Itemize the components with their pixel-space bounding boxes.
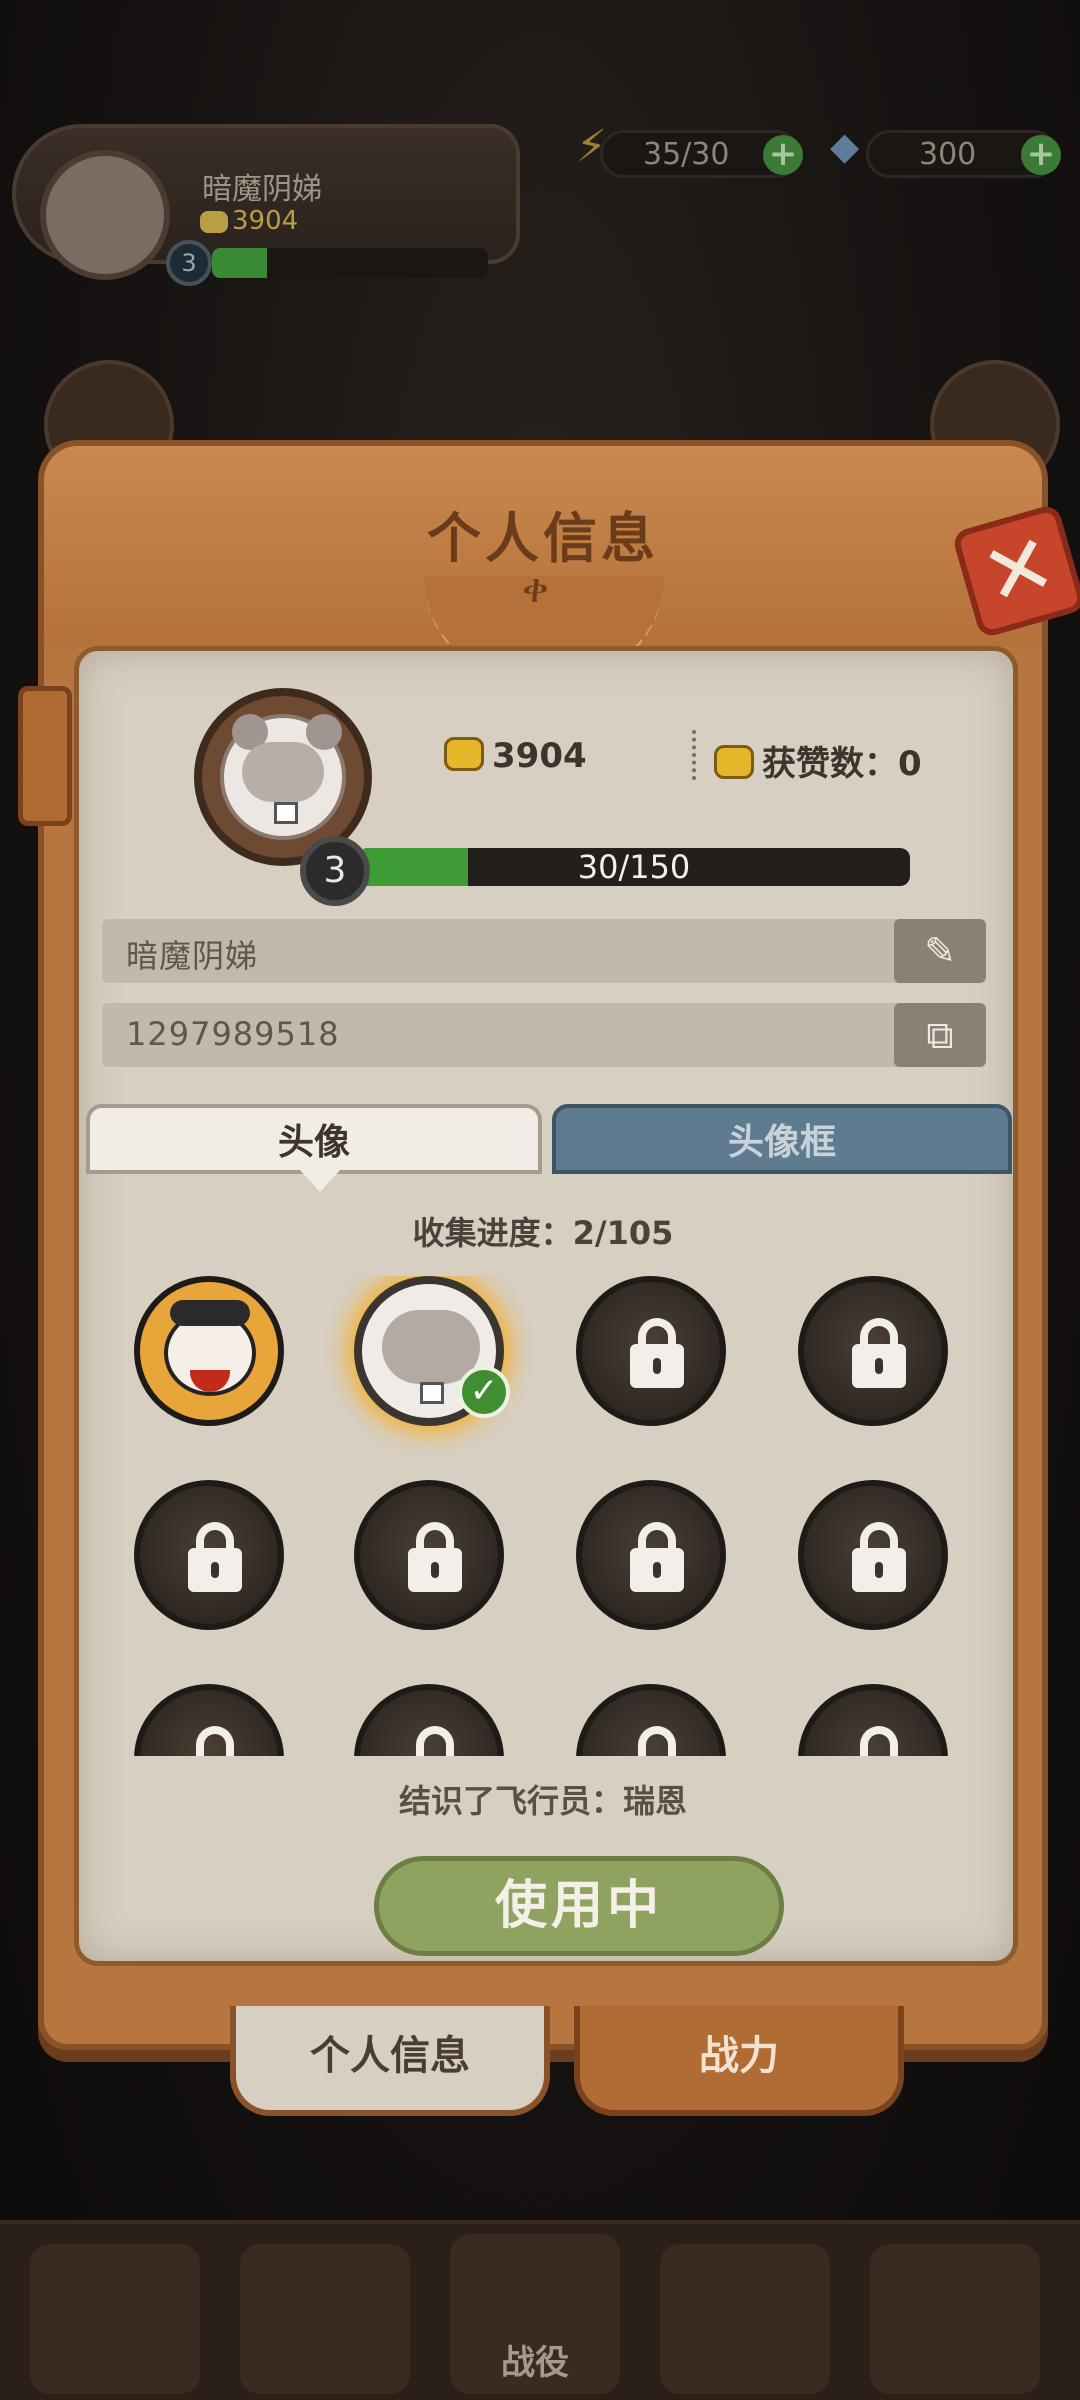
- avatar-option-locked[interactable]: [798, 1480, 948, 1630]
- lock-icon: [196, 1726, 234, 1756]
- avatar-option-locked[interactable]: [798, 1276, 948, 1426]
- goggles-icon: [170, 1300, 250, 1326]
- squirrel-teeth: [420, 1382, 444, 1404]
- bottom-tab-profile[interactable]: 个人信息: [230, 2006, 550, 2116]
- energy-pill: 35/30 +: [600, 130, 803, 178]
- top-hud: 暗魔阴娣 3904 3 ⚡ 35/30 + ◆ 300 +: [0, 100, 1080, 286]
- hud-score: 3904: [200, 206, 298, 236]
- likes-value: 0: [898, 744, 922, 784]
- copy-id-button[interactable]: ⧉: [894, 1003, 986, 1067]
- gem-plus-button[interactable]: +: [1021, 135, 1061, 175]
- hud-score-value: 3904: [232, 206, 299, 236]
- id-field: 1297989518 ⧉: [102, 1003, 986, 1067]
- edit-icon: ✎: [924, 929, 956, 973]
- profile-score-value: 3904: [492, 736, 587, 776]
- side-strap: [18, 686, 72, 826]
- edit-name-button[interactable]: ✎: [894, 919, 986, 983]
- nav-chest[interactable]: [30, 2244, 200, 2394]
- avatar-option-locked[interactable]: [354, 1480, 504, 1630]
- avatar-grid: ✓: [134, 1276, 1034, 1756]
- avatar-option-locked[interactable]: [576, 1276, 726, 1426]
- avatar-option-pilot[interactable]: [134, 1276, 284, 1426]
- profile-score: 3904: [444, 736, 587, 776]
- avatar-option-locked[interactable]: [134, 1480, 284, 1630]
- gem-pill: 300 +: [866, 130, 1061, 178]
- nav-pilot[interactable]: [660, 2244, 830, 2394]
- energy-value: 35/30: [643, 137, 730, 172]
- lock-keyhole: [653, 1562, 661, 1578]
- lock-icon: [638, 1726, 676, 1756]
- in-use-button[interactable]: 使用中: [374, 1856, 784, 1956]
- nav-campaign[interactable]: 战役: [450, 2234, 620, 2394]
- profile-level-badge: 3: [300, 836, 370, 906]
- name-field: 暗魔阴娣 ✎: [102, 919, 986, 983]
- avatar-description: 结识了飞行员：瑞恩: [398, 1782, 687, 1820]
- likes-label: 获赞数：: [762, 744, 898, 784]
- clasp-icon: ቀ: [522, 566, 549, 612]
- thumbs-up-icon: [714, 745, 754, 779]
- hud-xp-fill: [212, 248, 268, 278]
- lock-keyhole: [211, 1562, 219, 1578]
- avatar-option-locked[interactable]: [798, 1684, 948, 1756]
- lock-icon: [416, 1726, 454, 1756]
- avatar-teeth: [274, 802, 298, 824]
- profile-xp-text: 30/150: [577, 848, 691, 886]
- name-field-value: 暗魔阴娣: [126, 937, 259, 975]
- collection-progress: 收集进度：2/105: [412, 1214, 674, 1252]
- dialog-title: 个人信息: [427, 507, 659, 570]
- avatar-option-locked[interactable]: [576, 1480, 726, 1630]
- bottom-tab-power[interactable]: 战力: [574, 2006, 904, 2116]
- avatar-option-locked[interactable]: [134, 1684, 284, 1756]
- profile-dialog: 个人信息 ቀ ✕ 3904 获赞数：0 30/150 3 暗魔阴娣 ✎ 1297…: [18, 440, 1080, 2116]
- lock-keyhole: [653, 1358, 661, 1374]
- hud-level-badge: 3: [166, 240, 212, 286]
- hud-player-name: 暗魔阴娣: [202, 172, 322, 207]
- fist-icon: [200, 210, 228, 233]
- profile-avatar: [220, 714, 346, 840]
- lock-icon: [860, 1726, 898, 1756]
- bottom-nav: 战役: [0, 2220, 1080, 2400]
- hud-xp-bar: [212, 248, 488, 278]
- hud-avatar[interactable]: [40, 150, 170, 280]
- tab-avatar[interactable]: 头像: [86, 1104, 542, 1192]
- fist-icon: [444, 737, 484, 771]
- id-field-value: 1297989518: [126, 1015, 340, 1053]
- lock-keyhole: [875, 1358, 883, 1374]
- nav-shop[interactable]: [240, 2244, 410, 2394]
- lock-keyhole: [875, 1562, 883, 1578]
- lock-keyhole: [431, 1562, 439, 1578]
- profile-likes: 获赞数：0: [714, 736, 922, 785]
- selected-check-icon: ✓: [458, 1366, 510, 1418]
- copy-icon: ⧉: [926, 1013, 954, 1057]
- avatar-option-locked[interactable]: [354, 1684, 504, 1756]
- tab-avatar-frame[interactable]: 头像框: [552, 1104, 1012, 1174]
- avatar-option-locked[interactable]: [576, 1684, 726, 1756]
- profile-xp-bar: 30/150: [358, 848, 910, 886]
- avatar-option-squirrel[interactable]: ✓: [354, 1276, 510, 1426]
- avatar-face: [242, 742, 324, 802]
- nav-campaign-label: 战役: [501, 2343, 569, 2383]
- gem-value: 300: [919, 137, 977, 172]
- nav-rewards[interactable]: [870, 2244, 1040, 2394]
- energy-plus-button[interactable]: +: [763, 135, 803, 175]
- stat-divider: [692, 730, 696, 780]
- hud-profile-card[interactable]: 暗魔阴娣 3904 3: [12, 124, 520, 286]
- avatar-ear-right: [306, 714, 342, 750]
